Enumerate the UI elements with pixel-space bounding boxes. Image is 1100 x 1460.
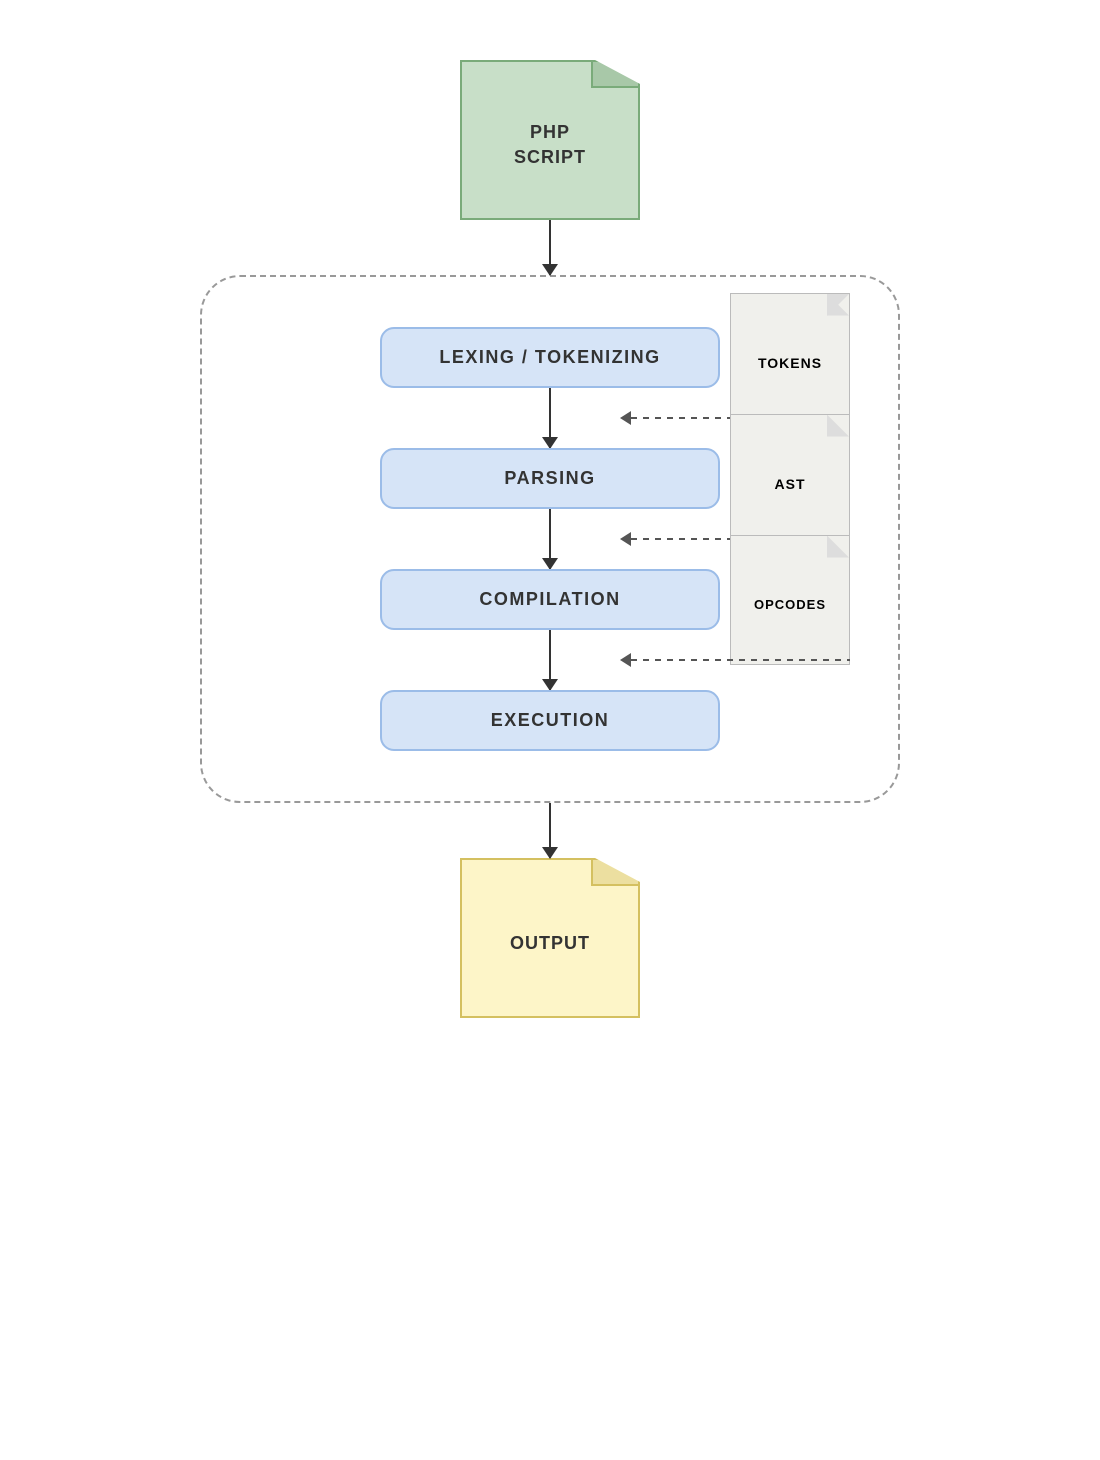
parsing-label: PARSING bbox=[504, 468, 595, 488]
execution-label: EXECUTION bbox=[491, 710, 610, 730]
dashed-outer-box: LEXING / TOKENIZING TOKENS bbox=[200, 275, 900, 803]
arrow-execution-to-output bbox=[549, 803, 551, 858]
opcodes-label: OPCODES bbox=[754, 597, 826, 612]
php-script-box: PHP SCRIPT bbox=[460, 60, 640, 220]
opcodes-arrow-row bbox=[260, 630, 840, 690]
execution-section: EXECUTION bbox=[260, 690, 840, 751]
lexing-section: LEXING / TOKENIZING TOKENS bbox=[260, 327, 840, 388]
output-label: OUTPUT bbox=[510, 933, 590, 954]
tokens-label: TOKENS bbox=[758, 355, 822, 371]
parsing-box: PARSING bbox=[380, 448, 720, 509]
compilation-label: COMPILATION bbox=[479, 589, 620, 609]
opcodes-dashed-arrow bbox=[620, 653, 850, 667]
lexing-label: LEXING / TOKENIZING bbox=[439, 347, 660, 367]
compilation-box: COMPILATION bbox=[380, 569, 720, 630]
inner-flow: LEXING / TOKENIZING TOKENS bbox=[262, 327, 838, 751]
parsing-section: PARSING AST bbox=[260, 448, 840, 509]
php-line1: PHP bbox=[530, 122, 570, 142]
arrow-php-to-lexing bbox=[549, 220, 551, 275]
execution-box: EXECUTION bbox=[380, 690, 720, 751]
php-script-label: PHP SCRIPT bbox=[514, 120, 586, 170]
compilation-section: COMPILATION OPCODES bbox=[260, 569, 840, 630]
php-line2: SCRIPT bbox=[514, 147, 586, 167]
output-box: OUTPUT bbox=[460, 858, 640, 1018]
ast-label: AST bbox=[775, 476, 806, 492]
diagram-container: PHP SCRIPT LEXING / TOKENIZING TOKENS bbox=[120, 40, 980, 1420]
lexing-box: LEXING / TOKENIZING bbox=[380, 327, 720, 388]
